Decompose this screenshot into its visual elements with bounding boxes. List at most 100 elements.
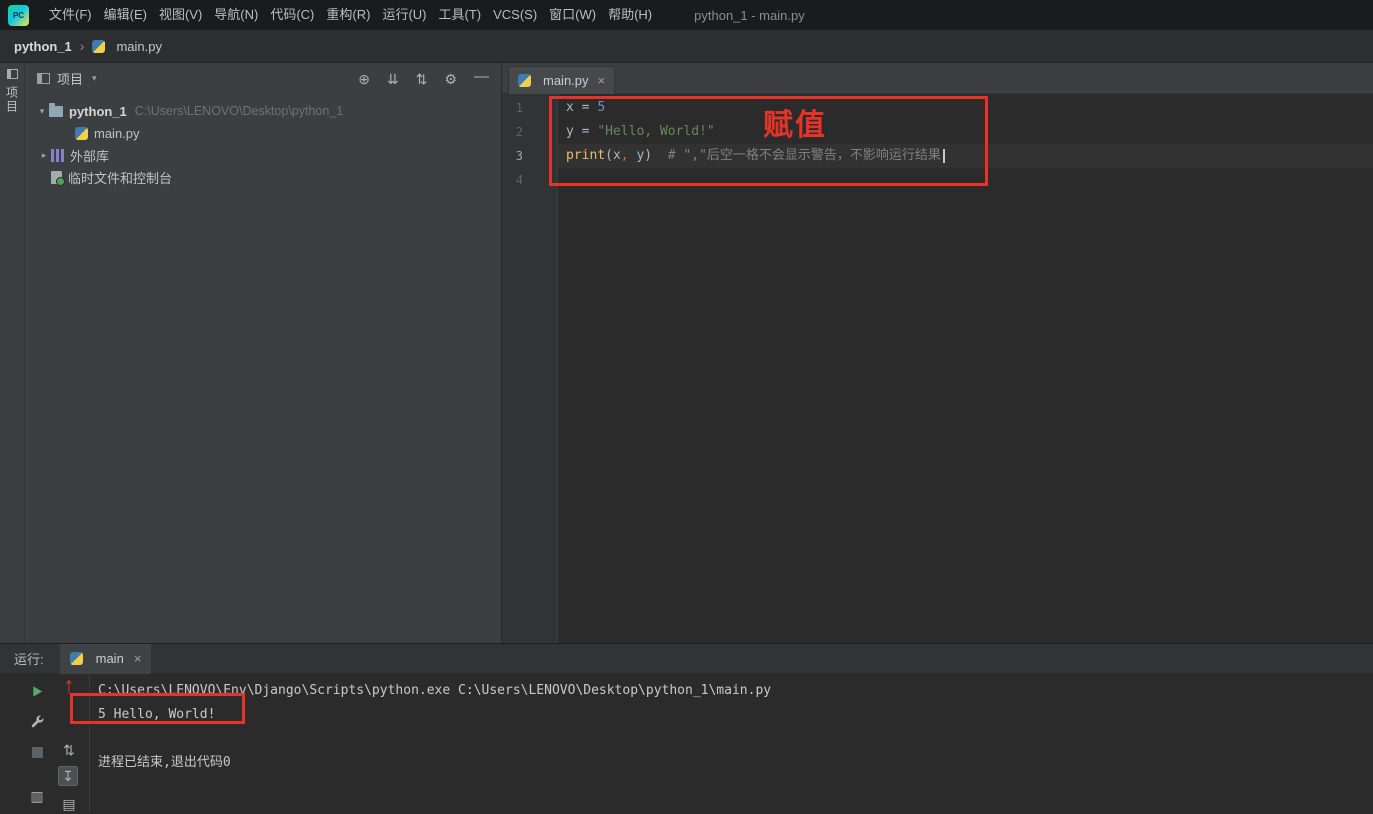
navigate-stacktrace-button[interactable]: ⇅ — [59, 740, 79, 760]
menu-item-view[interactable]: 视图(V) — [153, 0, 208, 30]
code-token: y = — [566, 124, 598, 139]
console-output-line: 5 Hello, World! — [98, 707, 216, 722]
library-icon — [51, 148, 64, 162]
menu-item-edit[interactable]: 编辑(E) — [98, 0, 153, 30]
project-panel-toolbar: 项目 ▾ ⊕ ⇊ ⇅ ⚙ — — [25, 63, 501, 94]
tab-run-main[interactable]: main × — [59, 643, 152, 674]
print-button[interactable]: ▤ — [59, 794, 79, 814]
python-file-icon — [75, 126, 88, 140]
tree-root-label: python_1 — [69, 103, 127, 119]
restore-layout-button[interactable]: ▥ — [27, 786, 47, 806]
code-token: , — [620, 148, 629, 163]
code-area[interactable]: x = 5 y = "Hello, World!" print(x, y) # … — [558, 94, 1373, 643]
play-icon — [32, 685, 42, 697]
rerun-button[interactable] — [27, 681, 47, 701]
run-label: 运行: — [14, 652, 44, 667]
python-file-icon — [518, 74, 531, 87]
project-panel: 项目 ▾ ⊕ ⇊ ⇅ ⚙ — ▾ python_1 C:\Users\LENOV… — [25, 63, 502, 643]
hide-panel-button[interactable]: — — [474, 69, 489, 84]
editor-gutter[interactable]: 1 2 3 4 — [502, 94, 558, 643]
project-stripe-button[interactable]: 项目 — [4, 86, 21, 114]
code-token: print — [566, 148, 606, 163]
menu-item-run[interactable]: 运行(U) — [376, 0, 432, 30]
locate-file-button[interactable]: ⊕ — [358, 72, 370, 86]
code-editor[interactable]: 1 2 3 4 x = 5 y = "Hello, World!" print(… — [502, 94, 1373, 643]
run-tab-label: main — [95, 651, 124, 666]
code-token: "Hello, World!" — [597, 124, 715, 139]
menu-item-vcs[interactable]: VCS(S) — [487, 0, 543, 30]
console-command-line: C:\Users\LENOVO\Env\Django\Scripts\pytho… — [98, 683, 772, 698]
code-token: (x — [605, 148, 621, 163]
chevron-down-icon[interactable]: ▾ — [35, 106, 49, 117]
tree-item-project-root[interactable]: ▾ python_1 C:\Users\LENOVO\Desktop\pytho… — [25, 100, 501, 122]
menu-item-refactor[interactable]: 重构(R) — [320, 0, 376, 30]
chevron-right-icon[interactable]: ▸ — [37, 150, 51, 161]
editor-tab-bar: main.py × — [502, 63, 1373, 94]
run-tool-window: 运行: main × ▥ ⇅ ↧ ▤ C:\Users\LENOVO\Env\D… — [0, 643, 1373, 812]
breadcrumb-file[interactable]: main.py — [116, 39, 162, 54]
editor-column: main.py × 1 2 3 4 x = 5 y = "Hello, Worl… — [502, 63, 1373, 643]
menu-item-code[interactable]: 代码(C) — [264, 0, 320, 30]
tree-root-path: C:\Users\LENOVO\Desktop\python_1 — [134, 104, 344, 118]
menu-item-file[interactable]: 文件(F) — [43, 0, 98, 30]
line-number[interactable]: 2 — [502, 120, 557, 144]
project-view-selector[interactable]: 项目 ▾ — [37, 69, 97, 88]
menubar: 文件(F) 编辑(E) 视图(V) 导航(N) 代码(C) 重构(R) 运行(U… — [43, 0, 658, 30]
pycharm-logo-icon: PC — [8, 4, 29, 26]
run-toolbar: ▥ ⇅ ↧ ▤ — [0, 674, 90, 812]
project-panel-actions: ⊕ ⇊ ⇅ ⚙ — — [358, 69, 489, 86]
stop-icon — [31, 746, 43, 758]
code-token: x = — [566, 100, 598, 115]
titlebar: PC 文件(F) 编辑(E) 视图(V) 导航(N) 代码(C) 重构(R) 运… — [0, 0, 1373, 30]
tree-external-libraries-label: 外部库 — [70, 148, 110, 164]
project-tool-window-icon — [6, 69, 18, 79]
pycharm-logo-text: PC — [12, 10, 25, 20]
menu-item-navigate[interactable]: 导航(N) — [208, 0, 264, 30]
folder-icon — [49, 103, 63, 117]
tab-label: main.py — [543, 73, 589, 88]
menu-item-help[interactable]: 帮助(H) — [602, 0, 658, 30]
project-view-icon — [37, 73, 50, 84]
left-tool-stripe: 项目 — [0, 63, 25, 643]
code-token: y) — [628, 148, 653, 163]
chevron-down-icon: ▾ — [92, 73, 97, 83]
text-caret — [942, 148, 945, 163]
tree-main-py-label: main.py — [94, 125, 140, 141]
stop-button[interactable] — [27, 742, 47, 762]
collapse-all-button[interactable]: ⇊ — [387, 72, 399, 86]
tree-item-external-libraries[interactable]: ▸ 外部库 — [25, 144, 501, 166]
settings-gear-icon[interactable]: ⚙ — [444, 72, 457, 86]
python-run-icon — [69, 652, 83, 665]
code-token: # ","后空一格不会显示警告，不影响运行结果 — [652, 148, 941, 163]
main-area: 项目 项目 ▾ ⊕ ⇊ ⇅ ⚙ — ▾ python_1 C:\Users\LE… — [0, 63, 1373, 643]
menu-item-window[interactable]: 窗口(W) — [543, 0, 602, 30]
scroll-to-end-button[interactable]: ↧ — [58, 766, 78, 786]
breadcrumb-project[interactable]: python_1 — [14, 39, 72, 54]
tree-item-scratches[interactable]: 临时文件和控制台 — [25, 166, 501, 188]
scratches-icon — [51, 170, 65, 186]
tree-item-main-py[interactable]: main.py — [25, 122, 501, 144]
close-icon[interactable]: × — [134, 651, 142, 666]
annotation-label-assignment: 赋值 — [763, 109, 827, 142]
expand-collapse-button[interactable]: ⇅ — [416, 72, 428, 86]
run-header: 运行: main × — [0, 643, 1373, 674]
line-number[interactable]: 4 — [502, 168, 557, 192]
close-icon[interactable]: × — [598, 73, 606, 88]
breadcrumb: python_1 › main.py — [0, 30, 1373, 63]
settings-wrench-button[interactable] — [27, 711, 47, 731]
chevron-right-icon: › — [79, 38, 85, 54]
menu-item-tools[interactable]: 工具(T) — [432, 0, 487, 30]
line-number[interactable]: 3 — [502, 144, 557, 168]
window-title: python_1 - main.py — [694, 7, 805, 23]
line-number[interactable]: 1 — [502, 96, 557, 120]
tab-main-py[interactable]: main.py × — [508, 66, 616, 94]
console-exit-line: 进程已结束,退出代码0 — [98, 755, 231, 770]
run-console[interactable]: C:\Users\LENOVO\Env\Django\Scripts\pytho… — [90, 674, 1373, 812]
run-body: ▥ ⇅ ↧ ▤ C:\Users\LENOVO\Env\Django\Scrip… — [0, 674, 1373, 812]
tree-scratches-label: 临时文件和控制台 — [68, 170, 173, 186]
project-panel-title: 项目 — [57, 72, 84, 87]
code-token: 5 — [597, 100, 606, 115]
code-line-1: x = 5 — [558, 96, 1373, 120]
